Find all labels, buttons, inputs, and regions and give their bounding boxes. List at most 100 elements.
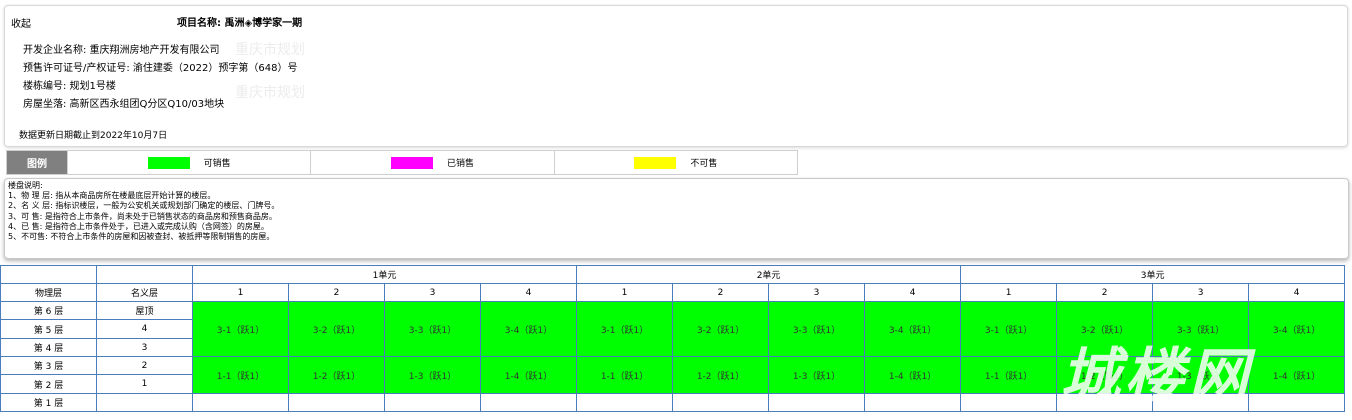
notes-title: 楼盘说明: [8, 181, 43, 190]
room-cell-available[interactable]: 3-4（跃1） [479, 301, 578, 357]
room-cell-available[interactable]: 3-3（跃1） [384, 301, 481, 357]
room-number-header: 4 [1248, 283, 1346, 302]
legend-swatch-magenta [390, 156, 433, 169]
physical-floor-cell: 第 6 层 [0, 301, 97, 320]
room-number-header: 1 [960, 283, 1058, 302]
empty-header-cell [96, 265, 193, 284]
room-cell-available[interactable]: 3-3（跃1） [1152, 301, 1250, 357]
notes-line: 3、可 售: 是指符合上市条件，尚未处于已销售状态的商品房和预售商品房。 [8, 211, 277, 221]
building-number: 楼栋编号: 规划1号楼 [23, 81, 116, 92]
legend-item-unavailable: 不可售 [553, 151, 797, 174]
room-cell-empty [1152, 393, 1250, 412]
legend-item-sold: 已销售 [310, 151, 553, 174]
room-cell-empty [864, 393, 962, 412]
room-cell-available[interactable]: 1-3（跃1） [384, 356, 481, 394]
room-cell-available[interactable]: 3-2（跃1） [288, 301, 385, 357]
physical-floor-cell: 第 3 层 [0, 356, 97, 375]
room-cell-empty [1056, 393, 1154, 412]
room-number-header: 3 [384, 283, 481, 302]
room-cell-available[interactable]: 3-1（跃1） [960, 301, 1058, 357]
update-date: 数据更新日期截止到2022年10月7日 [19, 131, 168, 141]
room-cell-empty [960, 393, 1058, 412]
unit-header: 1单元 [191, 265, 578, 284]
building-notes: 楼盘说明: 1、物 理 层: 指从本商品房所在楼最底层开始计算的楼层。 2、名 … [4, 178, 1349, 259]
floor-row: 第 1 层 [0, 393, 1346, 412]
room-cell-available[interactable]: 3-1（跃1） [192, 301, 289, 357]
collapse-link[interactable]: 收起 [11, 15, 31, 30]
legend-swatch-green [147, 156, 190, 169]
physical-floor-cell: 第 1 层 [0, 393, 97, 412]
nominal-floor-header: 名义层 [96, 283, 193, 302]
room-number-header: 3 [768, 283, 866, 302]
house-location: 房屋坐落: 高新区西永组团Q分区Q10/03地块 [23, 99, 225, 110]
watermark-text: 重庆市规划 [235, 85, 305, 101]
physical-floor-cell: 第 5 层 [0, 319, 97, 339]
unit-header: 2单元 [576, 265, 962, 284]
room-cell-available[interactable]: 1-4（跃1） [864, 356, 962, 394]
room-cell-empty [479, 393, 578, 412]
nominal-floor-cell: 2 [96, 356, 193, 375]
developer-name: 开发企业名称: 重庆翔洲房地产开发有限公司 [23, 45, 220, 56]
room-cell-empty [1248, 393, 1346, 412]
nominal-floor-cell: 3 [96, 338, 193, 357]
legend-item-available: 可销售 [67, 151, 310, 174]
presale-permit: 预售许可证号/产权证号: 渝住建委（2022）预字第（648）号 [23, 63, 298, 74]
floor-unit-table: 1单元 2单元 3单元 物理层 名义层 1 2 3 4 1 2 3 4 1 2 … [0, 265, 1346, 412]
room-number-header: 4 [479, 283, 578, 302]
physical-floor-header: 物理层 [0, 283, 97, 302]
room-cell-available[interactable]: 3-4（跃1） [864, 301, 962, 357]
room-cell-available[interactable]: 1-3（跃1） [1152, 356, 1250, 394]
physical-floor-cell: 第 2 层 [0, 374, 97, 394]
legend-label: 不可售 [690, 159, 718, 169]
room-cell-available[interactable]: 1-1（跃1） [192, 356, 289, 394]
room-cell-available[interactable]: 3-4（跃1） [1248, 301, 1346, 357]
room-header-row: 物理层 名义层 1 2 3 4 1 2 3 4 1 2 3 4 [0, 283, 1346, 302]
room-cell-empty [576, 393, 674, 412]
room-number-header: 3 [1152, 283, 1250, 302]
room-number-header: 2 [672, 283, 770, 302]
room-cell-empty [288, 393, 385, 412]
unit-header: 3单元 [960, 265, 1346, 284]
room-cell-empty [192, 393, 289, 412]
nominal-floor-cell: 屋顶 [96, 301, 193, 320]
room-number-header: 2 [1056, 283, 1154, 302]
project-info-panel: 收起 项目名称: 禹洲◈博学家一期 开发企业名称: 重庆翔洲房地产开发有限公司 … [4, 5, 1348, 147]
room-cell-available[interactable]: 1-2（跃1） [672, 356, 770, 394]
room-cell-available[interactable]: 1-1（跃1） [960, 356, 1058, 394]
room-cell-available[interactable]: 1-2（跃1） [1056, 356, 1154, 394]
notes-line: 1、物 理 层: 指从本商品房所在楼最底层开始计算的楼层。 [8, 191, 216, 201]
room-cell-available[interactable]: 1-1（跃1） [576, 356, 674, 394]
room-cell-empty [384, 393, 481, 412]
notes-line: 5、不可售: 不符合上市条件的房屋和因被查封、被抵押等限制销售的房屋。 [8, 232, 275, 242]
nominal-floor-cell [96, 393, 193, 412]
room-number-header: 1 [192, 283, 289, 302]
room-cell-available[interactable]: 1-4（跃1） [1248, 356, 1346, 394]
project-title: 项目名称: 禹洲◈博学家一期 [177, 18, 303, 29]
room-cell-available[interactable]: 1-4（跃1） [479, 356, 578, 394]
legend-title: 图例 [7, 151, 67, 174]
notes-line: 4、已 售: 是指符合上市条件处于，已进入或完成认购（含网签）的房屋。 [8, 221, 269, 231]
notes-line: 2、名 义 层: 指标识楼层，一般为公安机关或规划部门确定的楼层、门牌号。 [8, 201, 280, 211]
room-number-header: 2 [288, 283, 385, 302]
legend-label: 已销售 [446, 159, 474, 169]
room-cell-empty [768, 393, 866, 412]
floor-row: 第 3 层 2 1-1（跃1） 1-2（跃1） 1-3（跃1） 1-4（跃1） … [0, 356, 1346, 394]
room-cell-empty [672, 393, 770, 412]
floor-row: 第 6 层 屋顶 3-1（跃1） 3-2（跃1） 3-3（跃1） 3-4（跃1）… [0, 301, 1346, 357]
legend-bar: 图例 可销售 已销售 不可售 [6, 150, 798, 175]
nominal-floor-cell: 4 [96, 319, 193, 339]
room-number-header: 4 [864, 283, 962, 302]
room-cell-available[interactable]: 3-1（跃1） [576, 301, 674, 357]
nominal-floor-cell: 1 [96, 374, 193, 394]
empty-header-cell [0, 265, 97, 284]
watermark-text: 重庆市规划 [235, 42, 305, 58]
room-cell-available[interactable]: 3-2（跃1） [1056, 301, 1154, 357]
room-cell-available[interactable]: 1-2（跃1） [288, 356, 385, 394]
room-cell-available[interactable]: 1-3（跃1） [768, 356, 866, 394]
legend-swatch-yellow [634, 156, 677, 169]
room-cell-available[interactable]: 3-2（跃1） [672, 301, 770, 357]
legend-label: 可销售 [203, 159, 231, 169]
unit-header-row: 1单元 2单元 3单元 [0, 265, 1346, 284]
room-cell-available[interactable]: 3-3（跃1） [768, 301, 866, 357]
physical-floor-cell: 第 4 层 [0, 338, 97, 357]
